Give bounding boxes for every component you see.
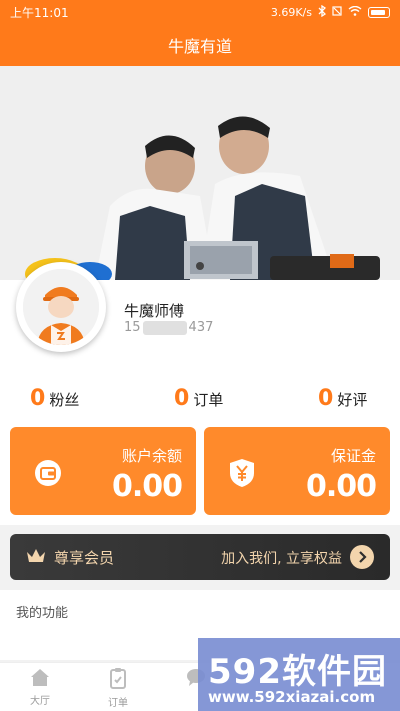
deposit-title: 保证金 bbox=[330, 447, 376, 465]
stat-orders-label: 订单 bbox=[193, 391, 224, 409]
watermark: 592软件园 www.592xiazai.com bbox=[198, 638, 400, 711]
stat-reviews-value: 0 bbox=[318, 386, 334, 411]
app-header: 牛魔有道 bbox=[0, 24, 400, 66]
stat-reviews-label: 好评 bbox=[337, 391, 368, 409]
deposit-card[interactable]: 保证金 0.00 bbox=[204, 427, 390, 515]
crown-icon bbox=[26, 547, 46, 569]
status-indicators: 3.69K/s bbox=[270, 4, 390, 20]
phone-redaction bbox=[142, 320, 187, 335]
phone-suffix: 437 bbox=[188, 320, 214, 335]
phone-prefix: 15 bbox=[124, 320, 141, 335]
features-title: 我的功能 bbox=[16, 606, 69, 621]
balance-card[interactable]: 账户余额 0.00 bbox=[10, 427, 196, 515]
watermark-logo: 592软件园 bbox=[208, 652, 387, 692]
balance-value: 0.00 bbox=[111, 469, 183, 504]
stat-reviews[interactable]: 0 好评 bbox=[318, 388, 367, 410]
clipboard-icon bbox=[88, 667, 148, 692]
stat-orders[interactable]: 0 订单 bbox=[174, 388, 223, 410]
banner-image bbox=[0, 66, 400, 280]
yen-shield-icon bbox=[228, 459, 256, 487]
tab-orders[interactable]: 订单 bbox=[88, 667, 148, 709]
watermark-url: www.592xiazai.com bbox=[208, 688, 376, 706]
stat-orders-value: 0 bbox=[174, 386, 190, 411]
stat-fans-value: 0 bbox=[30, 386, 46, 411]
user-name: 牛魔师傅 bbox=[124, 302, 185, 320]
deposit-value: 0.00 bbox=[305, 469, 377, 504]
avatar-image bbox=[23, 269, 99, 345]
vip-label: 尊享会员 bbox=[54, 549, 115, 567]
stat-fans-label: 粉丝 bbox=[49, 391, 80, 409]
wifi-icon bbox=[348, 5, 362, 19]
carousel-indicator bbox=[196, 262, 204, 270]
status-bar: 上午11:01 3.69K/s bbox=[0, 0, 400, 24]
tab-orders-label: 订单 bbox=[108, 698, 128, 709]
bluetooth-icon bbox=[318, 4, 327, 20]
battery-icon bbox=[368, 6, 390, 18]
status-time: 上午11:01 bbox=[10, 5, 69, 20]
home-icon bbox=[10, 667, 70, 690]
stat-fans[interactable]: 0 粉丝 bbox=[30, 388, 79, 410]
stats-row: 0 粉丝 0 订单 0 好评 bbox=[0, 388, 400, 418]
mute-icon bbox=[332, 5, 342, 19]
wallet-icon bbox=[34, 459, 62, 487]
user-phone: 15 437 bbox=[124, 320, 213, 335]
chevron-right-icon[interactable] bbox=[350, 545, 374, 569]
vip-banner[interactable]: 尊享会员 加入我们, 立享权益 bbox=[10, 534, 390, 580]
balance-title: 账户余额 bbox=[121, 447, 182, 465]
tab-hall-label: 大厅 bbox=[30, 696, 50, 707]
network-speed: 3.69K/s bbox=[270, 5, 312, 19]
banner-carousel[interactable] bbox=[0, 66, 400, 280]
page-title: 牛魔有道 bbox=[167, 37, 232, 56]
tab-hall[interactable]: 大厅 bbox=[10, 667, 70, 707]
vip-cta: 加入我们, 立享权益 bbox=[221, 551, 342, 567]
avatar[interactable] bbox=[16, 262, 106, 352]
